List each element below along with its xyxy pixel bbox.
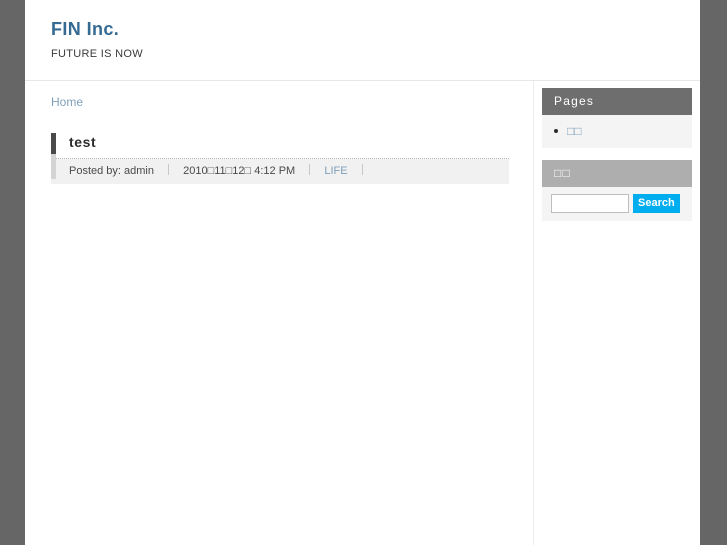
sidebar: Pages □□ □□ Search xyxy=(533,81,700,545)
post-date: 2010□11□12□ 4:12 PM xyxy=(183,165,296,177)
meta-separator xyxy=(309,164,311,175)
post-article: test Posted by: admin 2010□11□12□ 4:12 P… xyxy=(51,133,509,184)
search-form: Search xyxy=(551,194,692,213)
post-author: Posted by: admin xyxy=(69,165,154,177)
widget-search-body: Search xyxy=(542,187,692,221)
pages-list: □□ xyxy=(542,123,692,139)
meta-separator xyxy=(361,164,363,175)
page-link[interactable]: □□ xyxy=(567,124,582,138)
widget-search-title: □□ xyxy=(542,160,692,187)
page-container: FIN Inc. FUTURE IS NOW Home test Posted … xyxy=(25,0,700,545)
list-item[interactable]: □□ xyxy=(542,123,692,139)
site-tagline: FUTURE IS NOW xyxy=(51,48,143,60)
site-header: FIN Inc. FUTURE IS NOW xyxy=(25,0,700,81)
meta-separator xyxy=(168,164,170,175)
widget-search: □□ Search xyxy=(542,160,692,221)
post-title: test xyxy=(51,133,509,159)
body-columns: Home test Posted by: admin 2010□11□12□ 4… xyxy=(25,81,700,545)
widget-pages: Pages □□ xyxy=(542,88,692,148)
post-accent-bar xyxy=(51,133,56,179)
main-content: Home test Posted by: admin 2010□11□12□ 4… xyxy=(25,81,533,545)
widget-pages-body: □□ xyxy=(542,115,692,148)
widget-pages-title: Pages xyxy=(542,88,692,115)
site-title: FIN Inc. xyxy=(51,19,120,39)
breadcrumb-home-link[interactable]: Home xyxy=(51,95,83,109)
search-input[interactable] xyxy=(551,194,629,213)
post-meta: Posted by: admin 2010□11□12□ 4:12 PM LIF… xyxy=(51,159,509,184)
post-category-link[interactable]: LIFE xyxy=(324,165,347,177)
search-button[interactable]: Search xyxy=(633,194,680,213)
breadcrumb: Home xyxy=(51,95,533,109)
